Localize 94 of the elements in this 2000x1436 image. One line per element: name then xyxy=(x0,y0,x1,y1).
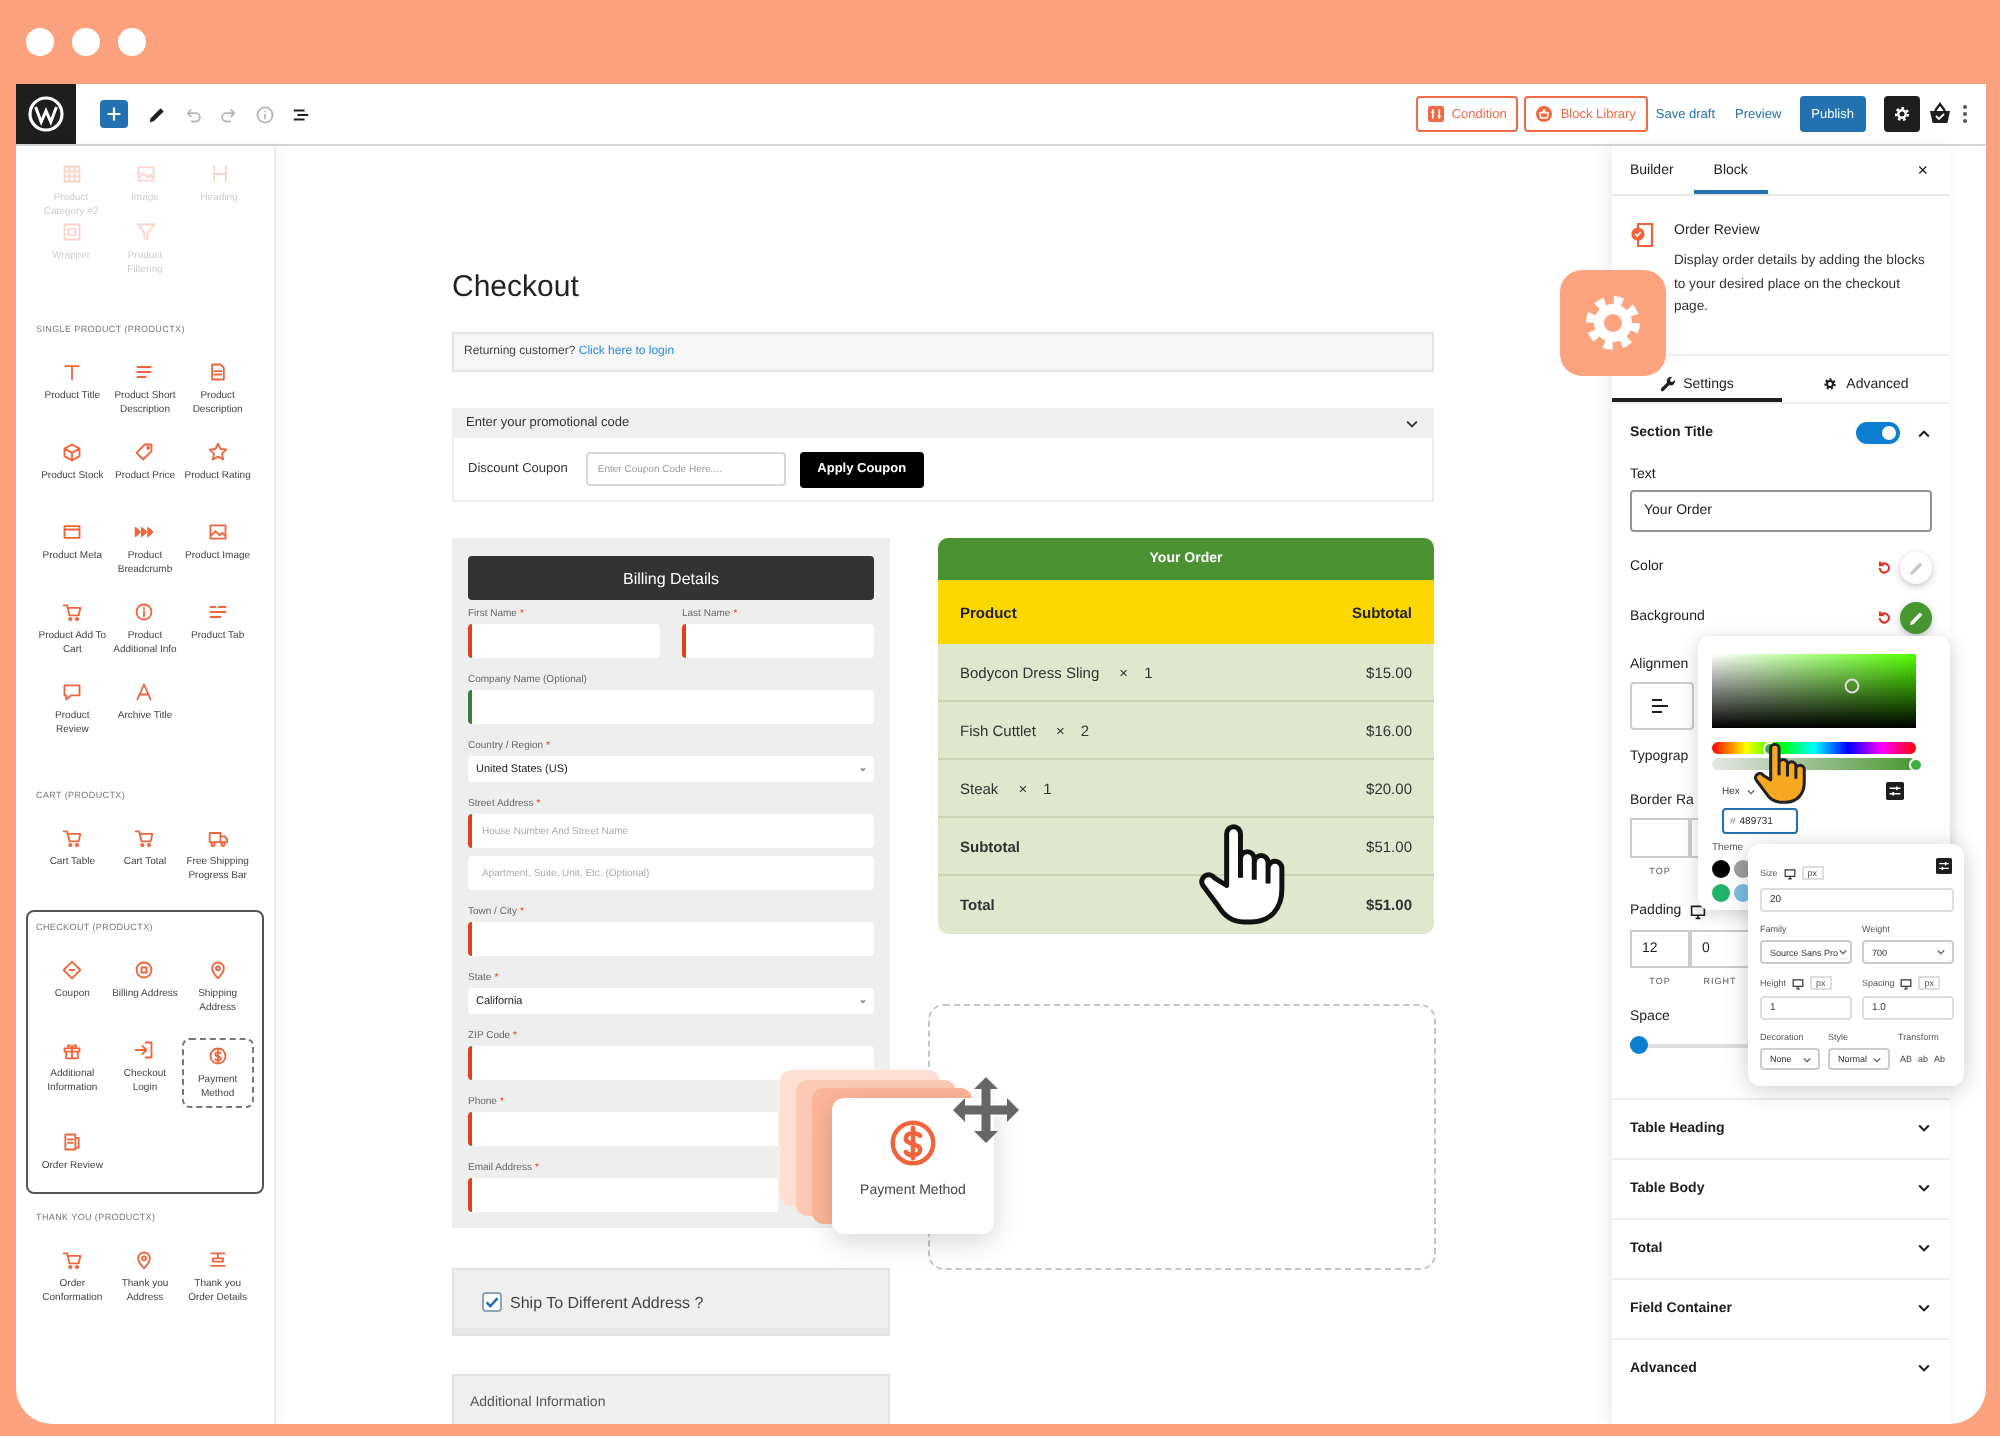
cart-icon xyxy=(62,828,83,848)
gift-icon xyxy=(62,1040,83,1060)
image-icon xyxy=(135,164,155,184)
logo-icon[interactable] xyxy=(16,84,76,144)
document-icon xyxy=(207,362,228,382)
text-input[interactable] xyxy=(468,922,874,956)
star-icon xyxy=(207,442,228,462)
tag-icon xyxy=(134,442,155,462)
basket-icon xyxy=(1536,106,1553,122)
text-lines-icon xyxy=(134,362,155,382)
reset-icon[interactable] xyxy=(1876,609,1892,625)
ring-icon[interactable] xyxy=(1844,678,1860,694)
color-swatch[interactable] xyxy=(1712,884,1730,902)
window-dot-icon xyxy=(118,28,146,56)
gear-icon xyxy=(1822,376,1839,392)
slider-thumb[interactable] xyxy=(1909,757,1923,771)
heading-icon xyxy=(209,164,229,184)
caret-icon xyxy=(858,765,868,773)
hand-cursor-icon xyxy=(1196,820,1288,928)
basket-icon[interactable] xyxy=(1928,102,1952,126)
billing-title: Billing Details xyxy=(468,556,874,600)
letter-a-icon xyxy=(134,682,155,702)
alignment-button[interactable] xyxy=(1630,681,1694,729)
sliders-icon[interactable] xyxy=(1936,858,1952,874)
login-icon xyxy=(134,1040,155,1060)
wrench-icon xyxy=(1659,376,1676,392)
window-icon xyxy=(62,522,83,542)
ship-address-label: Ship To Different Address ? xyxy=(510,1293,704,1311)
monitor-icon[interactable] xyxy=(1783,867,1796,879)
hand-cursor-icon xyxy=(1752,740,1808,806)
chevron-icon xyxy=(1916,1180,1932,1196)
window-dot-icon xyxy=(26,28,54,56)
saturation-picker[interactable] xyxy=(1712,654,1916,728)
move-icon xyxy=(950,1074,1022,1146)
text-input[interactable] xyxy=(468,1046,874,1080)
cart-icon xyxy=(134,828,155,848)
sliders-icon[interactable] xyxy=(1886,782,1904,800)
settings-button[interactable] xyxy=(1884,96,1920,132)
chevron-icon xyxy=(1916,1240,1932,1256)
document-icon xyxy=(62,1132,83,1152)
toggle-switch[interactable] xyxy=(1856,422,1900,444)
monitor-icon[interactable] xyxy=(1792,977,1805,989)
cart-icon xyxy=(62,1250,83,1270)
list-view-icon[interactable] xyxy=(292,105,310,123)
number-input[interactable] xyxy=(1630,817,1690,857)
settings-icon xyxy=(1892,104,1912,124)
image-icon xyxy=(207,522,228,542)
color-swatch[interactable] xyxy=(1900,601,1932,633)
chevron-icon xyxy=(1916,1360,1932,1376)
pin-icon xyxy=(134,1250,155,1270)
add-block-button[interactable] xyxy=(100,100,128,128)
grid-icon xyxy=(61,164,81,184)
text-input[interactable] xyxy=(468,1112,778,1146)
window-dot-icon xyxy=(72,28,100,56)
pencil-icon[interactable] xyxy=(148,105,166,123)
color-swatch[interactable] xyxy=(1712,860,1730,878)
page-title: Checkout xyxy=(452,272,581,304)
text-input[interactable] xyxy=(468,624,660,658)
box-icon xyxy=(62,442,83,462)
chevron-icon[interactable] xyxy=(1916,425,1932,441)
document-icon xyxy=(1630,222,1654,248)
checkbox[interactable] xyxy=(482,1292,502,1312)
more-options-icon[interactable] xyxy=(1962,104,1968,124)
reset-icon[interactable] xyxy=(1876,559,1892,575)
cart-icon xyxy=(62,602,83,622)
align-left-icon xyxy=(1650,695,1670,715)
diamond-icon xyxy=(62,960,83,980)
sliders-icon xyxy=(1427,106,1444,122)
caret-icon xyxy=(1838,948,1849,956)
truck-icon xyxy=(207,828,228,848)
caret-icon xyxy=(858,997,868,1005)
chevron-icon xyxy=(1916,1120,1932,1136)
funnel-icon xyxy=(135,222,155,242)
text-input[interactable] xyxy=(468,1178,778,1212)
list-icon xyxy=(207,1250,228,1270)
caret-icon xyxy=(1745,787,1756,795)
chevron-icon xyxy=(1916,1300,1932,1316)
caret-icon xyxy=(1802,1055,1812,1063)
list-icon xyxy=(207,602,228,622)
slider-thumb[interactable] xyxy=(1630,1036,1648,1054)
chevron-icon xyxy=(1404,415,1420,431)
pin-icon xyxy=(207,960,228,980)
plus-icon xyxy=(106,106,122,122)
monitor-icon[interactable] xyxy=(1689,903,1706,919)
hue-slider[interactable] xyxy=(1712,742,1916,754)
t-shape-icon xyxy=(62,362,83,382)
caret-icon xyxy=(1936,948,1946,956)
text-input[interactable] xyxy=(682,624,874,658)
caret-icon xyxy=(1872,1055,1882,1063)
triple-arrow-icon xyxy=(134,522,155,542)
monitor-icon[interactable] xyxy=(1900,977,1913,989)
chat-icon xyxy=(62,682,83,702)
text-input[interactable] xyxy=(468,690,874,724)
close-button[interactable]: × xyxy=(1913,146,1932,194)
